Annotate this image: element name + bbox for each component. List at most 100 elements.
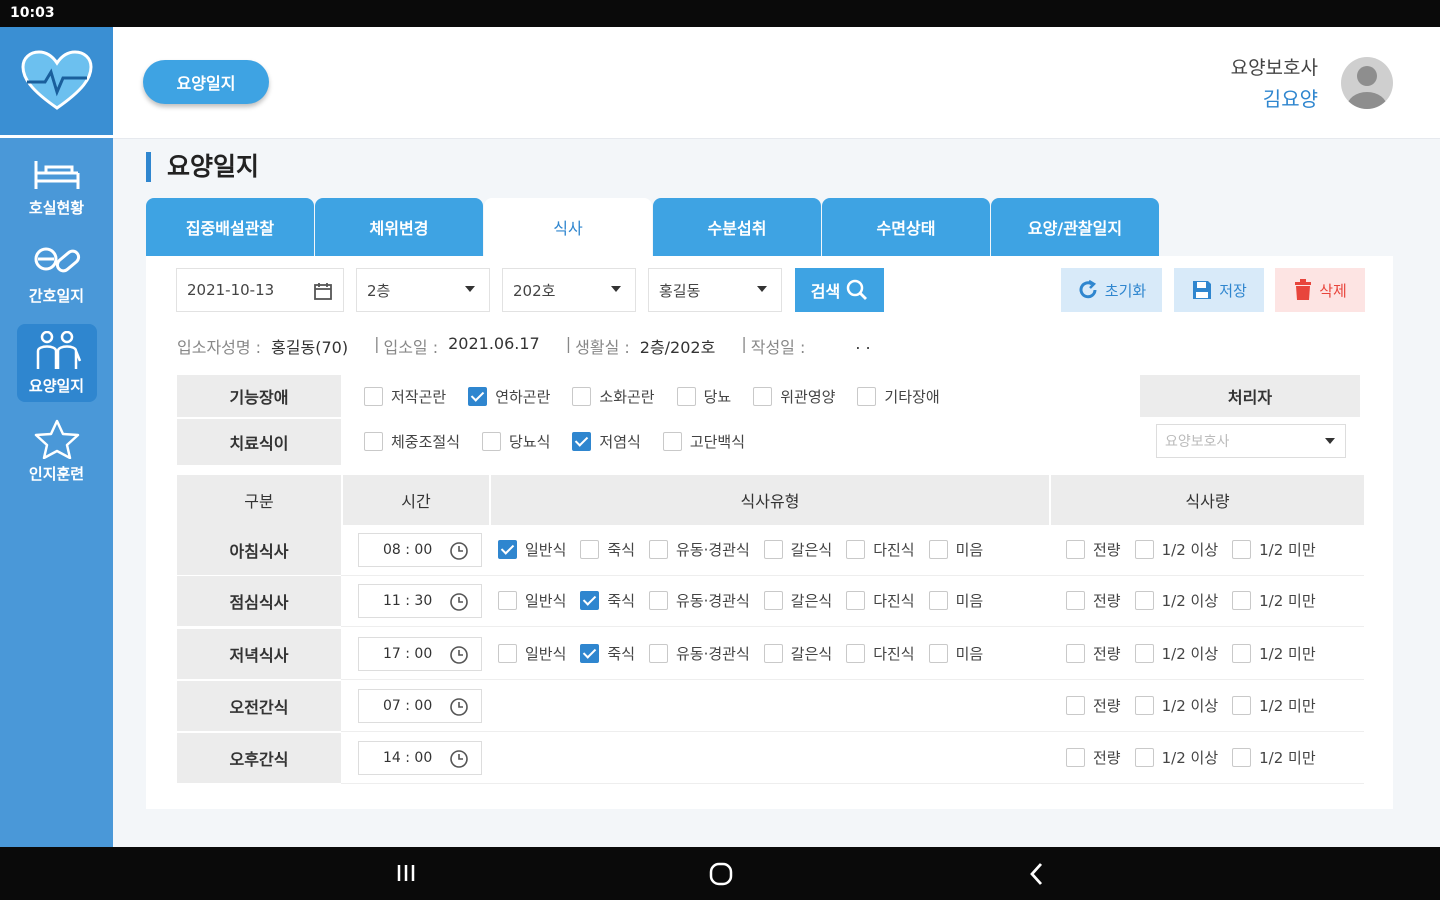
meal-type-option-checkbox[interactable]: 일반식 <box>498 539 566 560</box>
section-chip[interactable]: 요양일지 <box>143 60 269 104</box>
checkbox-empty-icon[interactable] <box>1232 591 1252 610</box>
checkbox-empty-icon[interactable] <box>1232 540 1252 559</box>
home-icon[interactable] <box>708 861 734 887</box>
meal-amount-option-checkbox[interactable]: 전량 <box>1066 590 1121 611</box>
tab-position-change[interactable]: 체위변경 <box>315 198 483 256</box>
checkbox-checked-icon[interactable] <box>580 591 600 610</box>
checkbox-empty-icon[interactable] <box>1232 748 1252 767</box>
checkbox-empty-icon[interactable] <box>498 591 517 610</box>
checkbox-empty-icon[interactable] <box>580 540 600 559</box>
checkbox-empty-icon[interactable] <box>649 540 669 559</box>
save-button[interactable]: 저장 <box>1174 268 1264 312</box>
meal-type-option-checkbox[interactable]: 다진식 <box>846 590 915 611</box>
meal-time-field[interactable]: 17 : 00 <box>358 637 482 671</box>
back-icon[interactable] <box>1027 861 1047 887</box>
sidebar-item-nursing-log[interactable]: 간호일지 <box>17 236 97 314</box>
checkbox-empty-icon[interactable] <box>649 644 669 663</box>
checkbox-empty-icon[interactable] <box>572 387 592 406</box>
meal-amount-option-checkbox[interactable]: 1/2 이상 <box>1134 643 1218 664</box>
tab-meal[interactable]: 식사 <box>484 198 652 256</box>
disability-option-checkbox[interactable]: 저작곤란 <box>364 386 446 407</box>
meal-type-option-checkbox[interactable]: 죽식 <box>580 539 635 560</box>
meal-amount-option-checkbox[interactable]: 1/2 미만 <box>1232 539 1316 560</box>
checkbox-empty-icon[interactable] <box>1134 696 1154 715</box>
meal-type-option-checkbox[interactable]: 다진식 <box>846 643 915 664</box>
checkbox-empty-icon[interactable] <box>1134 748 1154 767</box>
tab-care-observation[interactable]: 요양/관찰일지 <box>991 198 1159 256</box>
meal-time-field[interactable]: 08 : 00 <box>358 533 482 567</box>
checkbox-checked-icon[interactable] <box>498 540 517 559</box>
diet-option-checkbox[interactable]: 당뇨식 <box>482 431 550 452</box>
meal-type-option-checkbox[interactable]: 갈은식 <box>763 643 832 664</box>
disability-option-checkbox[interactable]: 기타장애 <box>857 386 940 407</box>
room-select[interactable]: 202호 <box>502 268 636 312</box>
checkbox-empty-icon[interactable] <box>763 540 783 559</box>
floor-select[interactable]: 2층 <box>356 268 490 312</box>
meal-amount-option-checkbox[interactable]: 1/2 미만 <box>1232 590 1316 611</box>
disability-option-checkbox[interactable]: 소화곤란 <box>572 386 655 407</box>
checkbox-empty-icon[interactable] <box>1066 644 1085 663</box>
sidebar-item-room-status[interactable]: 호실현황 <box>17 148 97 226</box>
meal-type-option-checkbox[interactable]: 미음 <box>928 643 983 664</box>
checkbox-empty-icon[interactable] <box>857 387 877 406</box>
meal-amount-option-checkbox[interactable]: 1/2 이상 <box>1134 590 1218 611</box>
checkbox-empty-icon[interactable] <box>1134 644 1154 663</box>
checkbox-empty-icon[interactable] <box>928 540 948 559</box>
meal-amount-option-checkbox[interactable]: 1/2 이상 <box>1134 539 1218 560</box>
diet-option-checkbox[interactable]: 저염식 <box>572 431 641 452</box>
diet-option-checkbox[interactable]: 고단백식 <box>662 431 745 452</box>
disability-option-checkbox[interactable]: 당뇨 <box>676 386 731 407</box>
meal-type-option-checkbox[interactable]: 죽식 <box>580 590 635 611</box>
checkbox-empty-icon[interactable] <box>498 644 517 663</box>
checkbox-empty-icon[interactable] <box>676 387 696 406</box>
checkbox-empty-icon[interactable] <box>364 387 383 406</box>
checkbox-empty-icon[interactable] <box>364 432 383 451</box>
checkbox-empty-icon[interactable] <box>662 432 682 451</box>
meal-amount-option-checkbox[interactable]: 전량 <box>1066 539 1121 560</box>
checkbox-empty-icon[interactable] <box>753 387 773 406</box>
meal-type-option-checkbox[interactable]: 미음 <box>928 590 983 611</box>
disability-option-checkbox[interactable]: 위관영양 <box>753 386 835 407</box>
diet-option-checkbox[interactable]: 체중조절식 <box>364 431 460 452</box>
delete-button[interactable]: 삭제 <box>1275 268 1365 312</box>
meal-time-field[interactable]: 11 : 30 <box>358 584 482 618</box>
meal-type-option-checkbox[interactable]: 다진식 <box>846 539 915 560</box>
tab-excretion[interactable]: 집중배설관찰 <box>146 198 314 256</box>
meal-amount-option-checkbox[interactable]: 전량 <box>1066 695 1121 716</box>
checkbox-empty-icon[interactable] <box>1066 696 1085 715</box>
checkbox-empty-icon[interactable] <box>1134 540 1154 559</box>
meal-type-option-checkbox[interactable]: 유동·경관식 <box>649 539 750 560</box>
meal-amount-option-checkbox[interactable]: 1/2 이상 <box>1134 747 1218 768</box>
checkbox-empty-icon[interactable] <box>1232 696 1252 715</box>
reset-button[interactable]: 초기화 <box>1061 268 1162 312</box>
tab-sleep[interactable]: 수면상태 <box>822 198 990 256</box>
recent-apps-icon[interactable] <box>396 861 416 885</box>
meal-type-option-checkbox[interactable]: 죽식 <box>580 643 635 664</box>
meal-type-option-checkbox[interactable]: 유동·경관식 <box>649 590 750 611</box>
meal-amount-option-checkbox[interactable]: 1/2 미만 <box>1232 747 1316 768</box>
checkbox-empty-icon[interactable] <box>928 644 948 663</box>
checkbox-empty-icon[interactable] <box>1066 540 1085 559</box>
checkbox-empty-icon[interactable] <box>1066 748 1085 767</box>
meal-time-field[interactable]: 14 : 00 <box>358 741 482 775</box>
checkbox-empty-icon[interactable] <box>763 644 783 663</box>
meal-amount-option-checkbox[interactable]: 1/2 미만 <box>1232 643 1316 664</box>
meal-amount-option-checkbox[interactable]: 전량 <box>1066 643 1121 664</box>
checkbox-empty-icon[interactable] <box>763 591 783 610</box>
avatar[interactable] <box>1341 57 1393 109</box>
checkbox-empty-icon[interactable] <box>846 591 866 610</box>
meal-time-field[interactable]: 07 : 00 <box>358 689 482 723</box>
checkbox-checked-icon[interactable] <box>572 432 592 451</box>
disability-option-checkbox[interactable]: 연하곤란 <box>468 386 550 407</box>
checkbox-empty-icon[interactable] <box>649 591 669 610</box>
checkbox-empty-icon[interactable] <box>1066 591 1085 610</box>
sidebar-item-care-log[interactable]: 요양일지 <box>16 324 97 402</box>
meal-amount-option-checkbox[interactable]: 1/2 미만 <box>1232 695 1316 716</box>
checkbox-checked-icon[interactable] <box>580 644 600 663</box>
checkbox-empty-icon[interactable] <box>846 644 866 663</box>
date-field[interactable]: 2021-10-13 <box>176 268 344 312</box>
meal-amount-option-checkbox[interactable]: 전량 <box>1066 747 1121 768</box>
meal-amount-option-checkbox[interactable]: 1/2 이상 <box>1134 695 1218 716</box>
sidebar-item-cognitive-training[interactable]: 인지훈련 <box>17 412 97 490</box>
checkbox-empty-icon[interactable] <box>1232 644 1252 663</box>
